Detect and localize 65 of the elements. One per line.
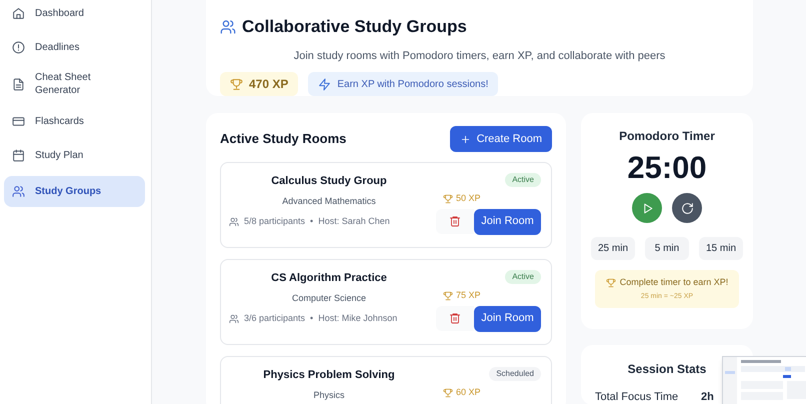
screenshot-thumbnail[interactable] (722, 356, 806, 404)
status-badge: Scheduled (489, 367, 541, 381)
xp-reward: 60 XP (456, 386, 481, 399)
separator-dot: • (310, 215, 314, 228)
home-icon (12, 6, 25, 20)
xp-total: 470 XP (249, 76, 288, 93)
sidebar-item[interactable]: Deadlines (4, 34, 145, 60)
tip-text: Earn XP with Pomodoro sessions! (337, 78, 488, 92)
status-badge: Active (505, 173, 541, 187)
users-icon (229, 216, 239, 227)
calendar-icon (12, 148, 25, 162)
duration-button[interactable]: 15 min (699, 237, 743, 260)
alert-icon (12, 40, 25, 54)
reset-button[interactable] (672, 193, 702, 223)
duration-button[interactable]: 5 min (645, 237, 689, 260)
trophy-icon (443, 194, 453, 204)
users-icon (12, 185, 25, 198)
sidebar-item[interactable]: Flashcards (4, 108, 145, 134)
room-host: Host: Mike Johnson (318, 312, 398, 325)
room-subject: Computer Science (292, 292, 366, 305)
room-subject: Advanced Mathematics (282, 194, 376, 208)
join-room-button[interactable]: Join Room (474, 208, 541, 234)
document-icon (12, 78, 25, 90)
lightning-icon (318, 78, 332, 90)
timer-display: 25:00 (627, 149, 707, 187)
room-title: Physics Problem Solving (263, 368, 395, 383)
room-host: Host: Sarah Chen (318, 215, 390, 228)
room-title: Calculus Study Group (271, 174, 387, 189)
trash-icon (449, 312, 461, 324)
stat-label: Total Focus Time (595, 390, 680, 404)
status-badge: Active (505, 270, 541, 284)
sidebar-item[interactable]: Study Plan (4, 142, 145, 168)
create-room-button[interactable]: Create Room (450, 126, 552, 152)
join-room-button[interactable]: Join Room (474, 306, 541, 332)
participant-count: 3/6 participants (244, 312, 306, 325)
duration-button[interactable]: 25 min (591, 237, 635, 260)
room-title: CS Algorithm Practice (271, 271, 387, 286)
users-icon (220, 18, 236, 35)
page-title: Collaborative Study Groups (242, 16, 467, 38)
sidebar-item[interactable]: Dashboard (4, 0, 145, 26)
users-icon (229, 314, 239, 324)
timer-title: Pomodoro Timer (619, 128, 715, 145)
trophy-icon (606, 278, 616, 288)
room-subject: Physics (313, 388, 344, 402)
stats-title: Session Stats (626, 361, 708, 378)
xp-reward: 75 XP (456, 289, 481, 302)
section-title: Active Study Rooms (220, 130, 346, 148)
separator-dot: • (310, 312, 314, 325)
trophy-icon (230, 78, 243, 90)
participant-count: 5/8 participants (244, 215, 306, 228)
xp-reward: 50 XP (456, 192, 481, 205)
delete-button[interactable] (436, 306, 474, 330)
play-button[interactable] (632, 193, 662, 223)
card-icon (12, 114, 25, 128)
sidebar-item[interactable]: Study Groups (4, 176, 145, 207)
trash-icon (449, 215, 461, 227)
page-subtitle: Join study rooms with Pomodoro timers, earn XP, and collaborate with peers (292, 48, 666, 64)
delete-button[interactable] (436, 208, 474, 234)
plus-icon (460, 134, 471, 144)
trophy-icon (443, 290, 453, 301)
sidebar-item[interactable]: Cheat Sheet Generator (4, 68, 145, 100)
trophy-icon (443, 388, 453, 398)
refresh-icon (680, 202, 694, 214)
hint-text: Complete timer to earn XP! (620, 276, 728, 289)
stat-value: 2h (701, 390, 714, 404)
